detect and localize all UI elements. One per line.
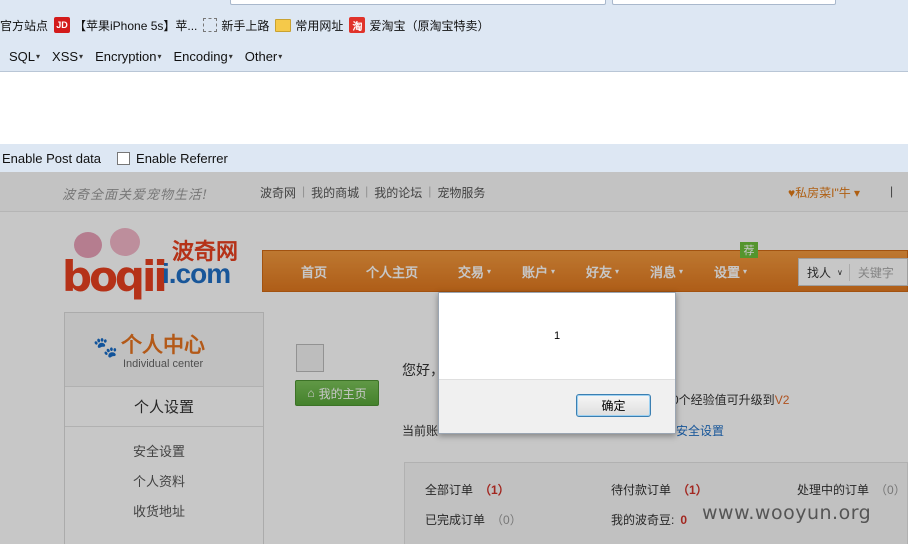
bookmark-label: 【苹果iPhone 5s】苹... [74,18,198,33]
url-field[interactable] [230,0,606,5]
bookmarks-bar: 官方站点 JD 【苹果iPhone 5s】苹... 新手上路 常用网址 淘 爱淘… [0,8,908,42]
bookmark-label: 常用网址 [295,18,344,33]
enable-referrer-label[interactable]: Enable Referrer [136,151,228,166]
menu-label: XSS [52,49,79,64]
dashed-page-icon [203,18,218,32]
hackbar-options: Enable Post data Enable Referrer [0,144,908,172]
bookmark-newbie[interactable]: 新手上路 [203,17,269,34]
caret-down-icon: ▾ [79,52,84,61]
hackbar-menu-sql[interactable]: SQL ▾ [9,49,40,64]
watermark: www.wooyun.org [702,502,872,524]
caret-down-icon: ▾ [36,52,41,61]
folder-icon [275,18,292,32]
menu-label: Encryption [95,49,157,64]
taobao-icon: 淘 [349,17,366,33]
caret-down-icon: ▾ [278,52,283,61]
menu-label: Encoding [173,49,228,64]
bookmark-official-site[interactable]: 官方站点 [0,17,48,34]
bookmark-label: 爱淘宝（原淘宝特卖） [369,18,490,33]
bookmark-common-sites[interactable]: 常用网址 [275,17,343,34]
address-bar-edge [0,0,908,8]
search-field[interactable] [612,0,836,5]
alert-dialog: 1 确定 [438,292,676,434]
bookmark-label: 新手上路 [221,18,270,33]
caret-down-icon: ▾ [228,52,233,61]
menu-label: Other [244,49,278,64]
alert-footer: 确定 [439,379,675,433]
jd-icon: JD [54,17,71,33]
bookmark-iphone[interactable]: JD 【苹果iPhone 5s】苹... [54,17,197,34]
enable-post-label[interactable]: Enable Post data [2,151,101,166]
caret-down-icon: ▾ [157,52,162,61]
alert-message: 1 [553,330,561,342]
hackbar-menu-xss[interactable]: XSS ▾ [52,49,83,64]
ok-button[interactable]: 确定 [576,394,651,417]
bookmark-label: 官方站点 [0,18,49,33]
enable-referrer-checkbox[interactable] [117,151,131,165]
hackbar-menu-encryption[interactable]: Encryption ▾ [95,49,161,64]
alert-body: 1 [439,293,675,379]
menu-label: SQL [9,49,36,64]
bookmark-aitaobao[interactable]: 淘 爱淘宝（原淘宝特卖） [349,17,489,34]
hackbar-menu-other[interactable]: Other ▾ [245,49,283,64]
hackbar-url-textarea[interactable] [0,72,908,144]
hackbar-menu-encoding[interactable]: Encoding ▾ [174,49,233,64]
hackbar-toolbar: SQL ▾ XSS ▾ Encryption ▾ Encoding ▾ Other ▾ [0,42,908,72]
